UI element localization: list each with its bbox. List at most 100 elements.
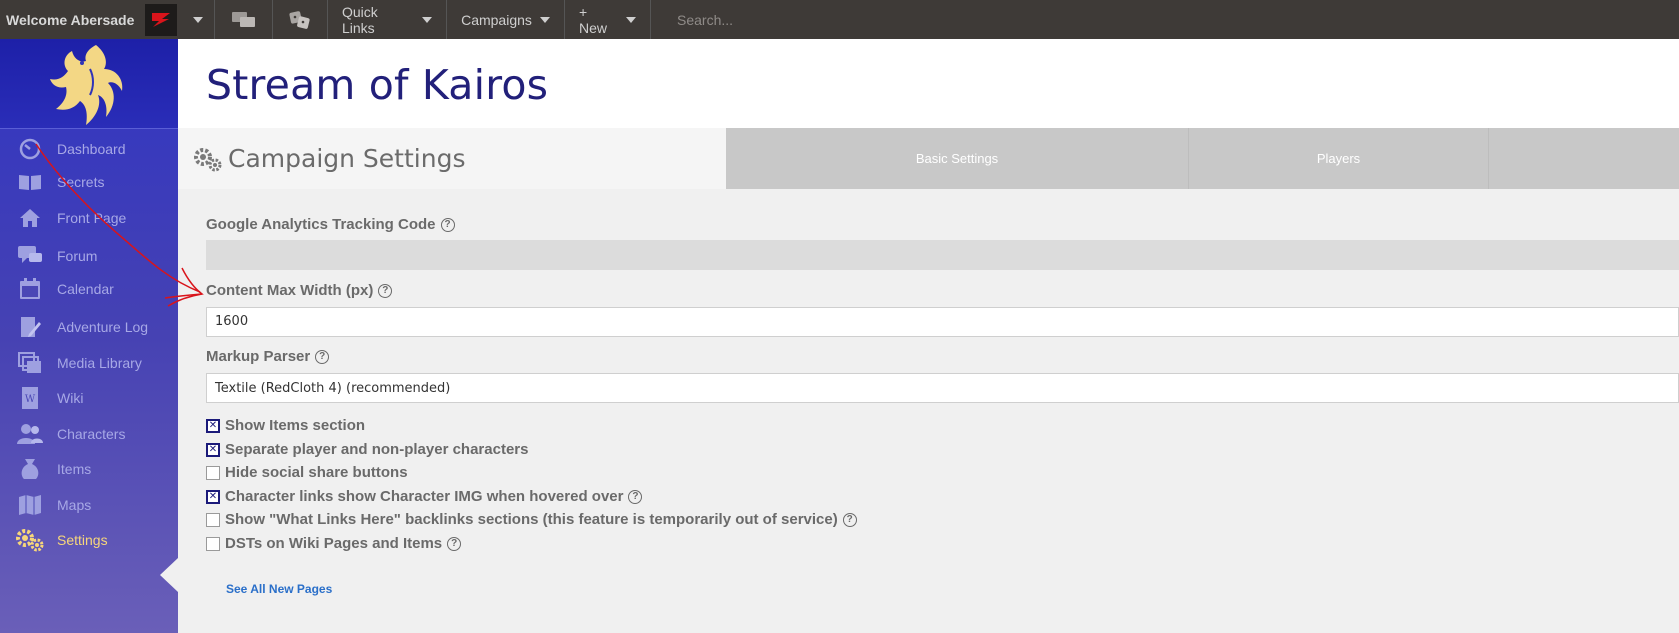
wiki-icon: W (0, 386, 57, 410)
markup-parser-select[interactable]: Textile (RedCloth 4) (recommended) (206, 373, 1679, 403)
sidebar-item-media-library[interactable]: Media Library (0, 347, 178, 379)
sidebar-item-characters[interactable]: Characters (0, 418, 178, 450)
dice-button[interactable] (273, 0, 328, 39)
checkbox-row[interactable]: Show Items section (206, 417, 365, 434)
help-icon[interactable]: ? (842, 512, 857, 527)
chevron-down-icon (192, 16, 203, 23)
help-icon[interactable]: ? (315, 349, 330, 364)
pouch-icon (0, 457, 57, 481)
new-menu[interactable]: + New (565, 0, 651, 39)
checkbox[interactable] (206, 418, 220, 433)
sidebar-item-label: Forum (57, 248, 98, 264)
sidebar-item-maps[interactable]: Maps (0, 489, 178, 521)
page-title: Stream of Kairos (206, 61, 549, 109)
sidebar-item-secrets[interactable]: Secrets (0, 166, 178, 198)
welcome-text: Welcome Abersade (6, 11, 135, 28)
title-bar: Stream of Kairos (178, 39, 1679, 128)
parser-label-text: Markup Parser (206, 348, 311, 365)
people-icon (0, 423, 57, 445)
ga-label: Google Analytics Tracking Code ? (206, 216, 455, 233)
checkbox[interactable] (206, 442, 220, 457)
gears-icon (194, 147, 222, 171)
book-icon (0, 173, 57, 191)
messages-icon (231, 11, 255, 27)
tab-extra[interactable] (1488, 128, 1679, 189)
pencil-icon (0, 316, 57, 338)
messages-button[interactable] (215, 0, 273, 39)
chevron-down-icon (539, 16, 550, 23)
width-label: Content Max Width (px) ? (206, 282, 393, 299)
quick-links-menu[interactable]: Quick Links (328, 0, 447, 39)
chat-icon (0, 245, 57, 267)
sidebar-item-adventure-log[interactable]: Adventure Log (0, 311, 178, 343)
new-label: + New (579, 3, 608, 36)
brand-logo-icon (152, 12, 170, 27)
sidebar-item-label: Adventure Log (57, 319, 149, 335)
tab-players[interactable]: Players (1188, 128, 1488, 189)
sidebar-item-label: Settings (57, 532, 108, 548)
chevron-down-icon (422, 16, 432, 23)
ga-label-text: Google Analytics Tracking Code (206, 216, 436, 233)
sidebar-item-dashboard[interactable]: Dashboard (0, 133, 178, 165)
content-width-input[interactable]: 1600 (206, 307, 1679, 337)
sidebar-item-label: Secrets (57, 174, 105, 190)
dashboard-icon (0, 138, 57, 160)
top-navbar: Welcome Abersade Quick Links Campaigns +… (0, 0, 1679, 39)
see-all-new-pages-link[interactable]: See All New Pages (226, 582, 332, 596)
user-menu-button[interactable] (181, 0, 215, 39)
section-title: Campaign Settings (228, 144, 466, 173)
sidebar-item-settings[interactable]: Settings (0, 524, 178, 556)
sidebar-item-label: Wiki (57, 390, 84, 406)
checkbox[interactable] (206, 465, 220, 480)
help-icon[interactable]: ? (447, 536, 462, 551)
chevron-down-icon (626, 16, 636, 23)
checkbox-row[interactable]: Character links show Character IMG when … (206, 488, 643, 505)
search-input[interactable]: Search... (651, 12, 733, 28)
campaign-logo[interactable] (0, 39, 178, 129)
sidebar-item-items[interactable]: Items (0, 453, 178, 485)
sidebar-item-wiki[interactable]: W Wiki (0, 382, 178, 414)
help-icon[interactable]: ? (440, 217, 455, 232)
sidebar-item-calendar[interactable]: Calendar (0, 273, 178, 305)
campaigns-menu[interactable]: Campaigns (447, 0, 565, 39)
checkbox-row[interactable]: Separate player and non-player character… (206, 441, 528, 458)
checkbox-label: Show Items section (225, 417, 366, 434)
gears-icon (0, 528, 57, 552)
active-indicator (160, 558, 178, 592)
checkbox-label: Hide social share buttons (225, 464, 408, 481)
sidebar-item-label: Front Page (57, 210, 127, 226)
checkbox[interactable] (206, 512, 220, 527)
checkbox-row[interactable]: DSTs on Wiki Pages and Items ? (206, 535, 462, 552)
campaigns-label: Campaigns (461, 11, 532, 28)
sidebar-item-label: Media Library (57, 355, 142, 371)
quick-links-label: Quick Links (342, 3, 378, 36)
user-avatar[interactable] (145, 3, 177, 36)
calendar-icon (0, 278, 57, 300)
help-icon[interactable]: ? (628, 489, 643, 504)
help-icon[interactable]: ? (378, 283, 393, 298)
tab-basic-settings[interactable]: Basic Settings (726, 128, 1188, 189)
sidebar-item-label: Maps (57, 497, 92, 513)
svg-text:W: W (24, 394, 35, 405)
dice-icon (289, 10, 310, 29)
checkbox[interactable] (206, 536, 220, 551)
width-label-text: Content Max Width (px) (206, 282, 374, 299)
ga-tracking-input[interactable] (206, 240, 1679, 270)
sidebar-item-label: Calendar (57, 281, 114, 297)
home-icon (0, 208, 57, 228)
checkbox-label: Separate player and non-player character… (225, 441, 529, 458)
map-icon (0, 494, 57, 516)
dragon-logo-icon (50, 44, 123, 125)
checkbox-row[interactable]: Show "What Links Here" backlinks section… (206, 511, 857, 528)
checkbox-row[interactable]: Hide social share buttons (206, 464, 408, 481)
sidebar-item-label: Items (57, 461, 92, 477)
images-icon (0, 352, 57, 374)
checkbox-label: DSTs on Wiki Pages and Items (225, 535, 443, 552)
sidebar: Dashboard Secrets Front Page Forum Calen… (0, 39, 178, 633)
checkbox-label: Show "What Links Here" backlinks section… (225, 511, 838, 528)
settings-header: Campaign Settings (178, 128, 726, 189)
sidebar-item-forum[interactable]: Forum (0, 240, 178, 272)
sidebar-item-front-page[interactable]: Front Page (0, 202, 178, 234)
checkbox[interactable] (206, 489, 220, 504)
parser-label: Markup Parser ? (206, 348, 330, 365)
